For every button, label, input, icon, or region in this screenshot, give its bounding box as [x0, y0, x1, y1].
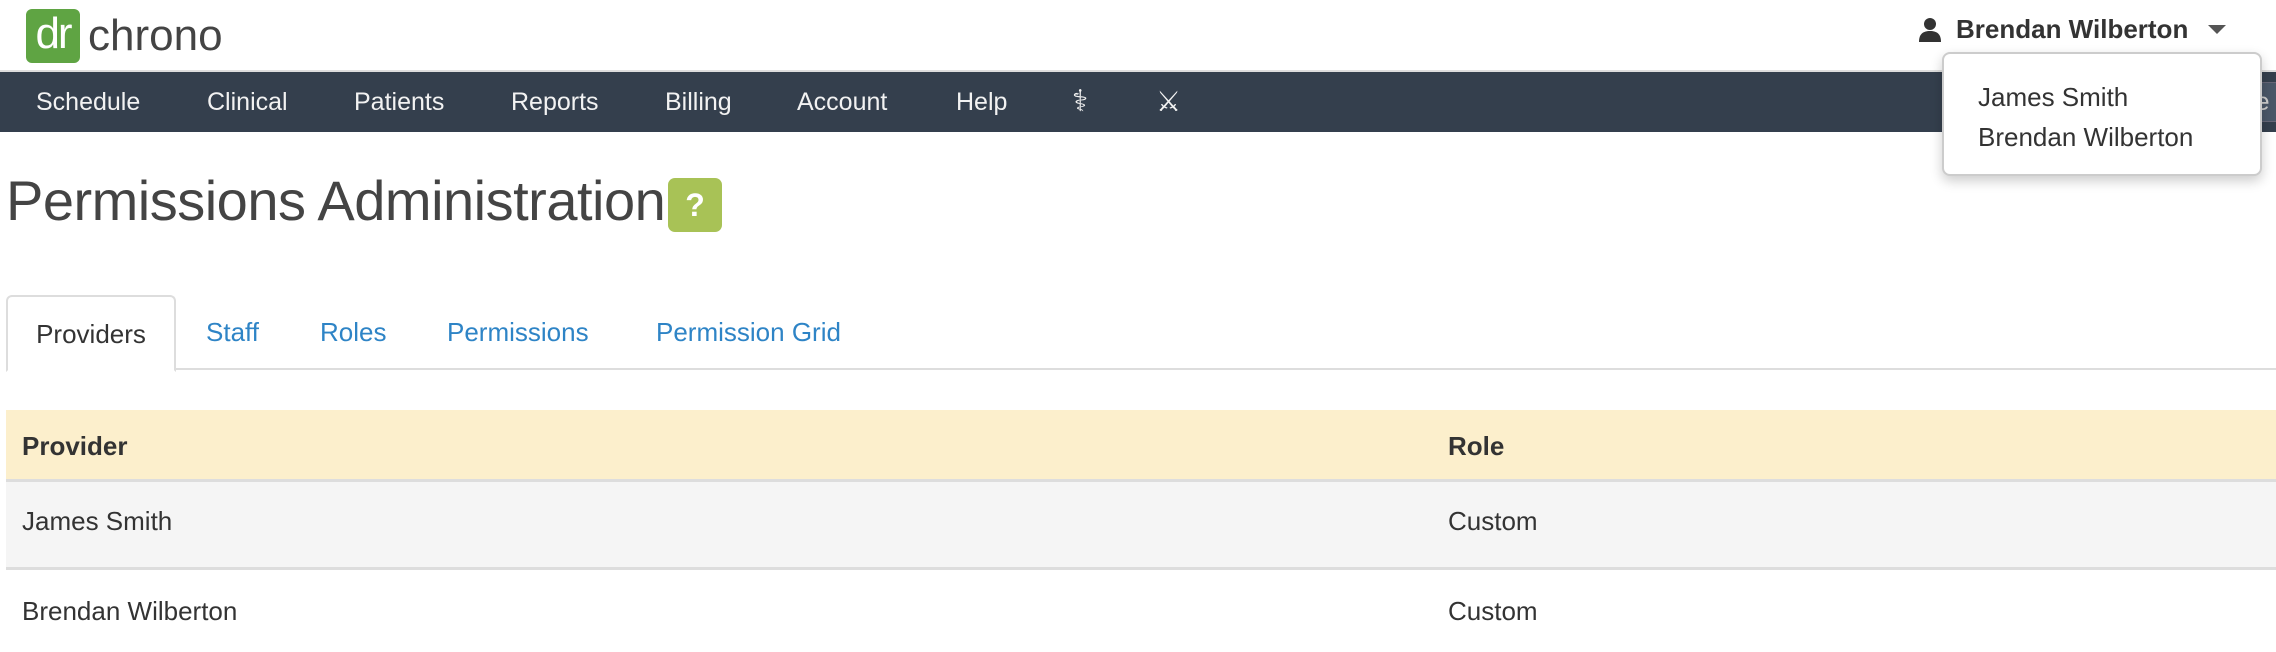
column-header-role: Role: [1448, 431, 1505, 461]
table-header: Provider Role: [6, 410, 2276, 482]
logo-mark: dr: [26, 9, 80, 63]
page-title: Permissions Administration: [6, 169, 666, 232]
caduceus-icon[interactable]: ⚕: [1072, 72, 1088, 132]
provider-name: Brendan Wilberton: [22, 596, 238, 626]
nav-billing[interactable]: Billing: [665, 72, 732, 132]
logo-text: chrono: [88, 11, 223, 60]
nav-account[interactable]: Account: [797, 72, 887, 132]
tab-permission-grid[interactable]: Permission Grid: [656, 295, 841, 370]
dropdown-item-james-smith[interactable]: James Smith: [1978, 82, 2128, 113]
provider-name: James Smith: [22, 506, 173, 536]
nav-schedule[interactable]: Schedule: [36, 72, 140, 132]
tab-permissions[interactable]: Permissions: [447, 295, 589, 370]
tab-staff[interactable]: Staff: [206, 295, 259, 370]
provider-role: Custom: [1448, 596, 1538, 626]
top-header: dr chrono Brendan Wilberton: [0, 0, 2276, 70]
tab-bar: Providers Staff Roles Permissions Permis…: [6, 295, 2276, 372]
table-row[interactable]: James Smith Custom: [6, 482, 2276, 570]
column-header-provider: Provider: [22, 431, 128, 461]
crossed-swords-icon[interactable]: ⚔: [1156, 72, 1181, 132]
help-button[interactable]: ?: [668, 178, 722, 232]
user-name: Brendan Wilberton: [1956, 14, 2189, 44]
main-nav: Schedule Clinical Patients Reports Billi…: [0, 70, 2276, 132]
caret-down-icon: [2208, 25, 2227, 34]
drchrono-logo[interactable]: dr chrono: [26, 9, 223, 63]
nav-clinical[interactable]: Clinical: [207, 72, 288, 132]
nav-reports[interactable]: Reports: [511, 72, 599, 132]
tab-providers[interactable]: Providers: [6, 295, 176, 372]
user-menu-toggle[interactable]: Brendan Wilberton: [1918, 14, 2227, 45]
nav-help[interactable]: Help: [956, 72, 1007, 132]
providers-table: Provider Role James Smith Custom Brendan…: [6, 410, 2276, 640]
nav-patients[interactable]: Patients: [354, 72, 444, 132]
user-switch-dropdown: James Smith Brendan Wilberton: [1942, 52, 2262, 176]
provider-role: Custom: [1448, 506, 1538, 536]
dropdown-item-brendan-wilberton[interactable]: Brendan Wilberton: [1978, 122, 2193, 153]
user-icon: [1919, 17, 1941, 42]
tab-roles[interactable]: Roles: [320, 295, 386, 370]
